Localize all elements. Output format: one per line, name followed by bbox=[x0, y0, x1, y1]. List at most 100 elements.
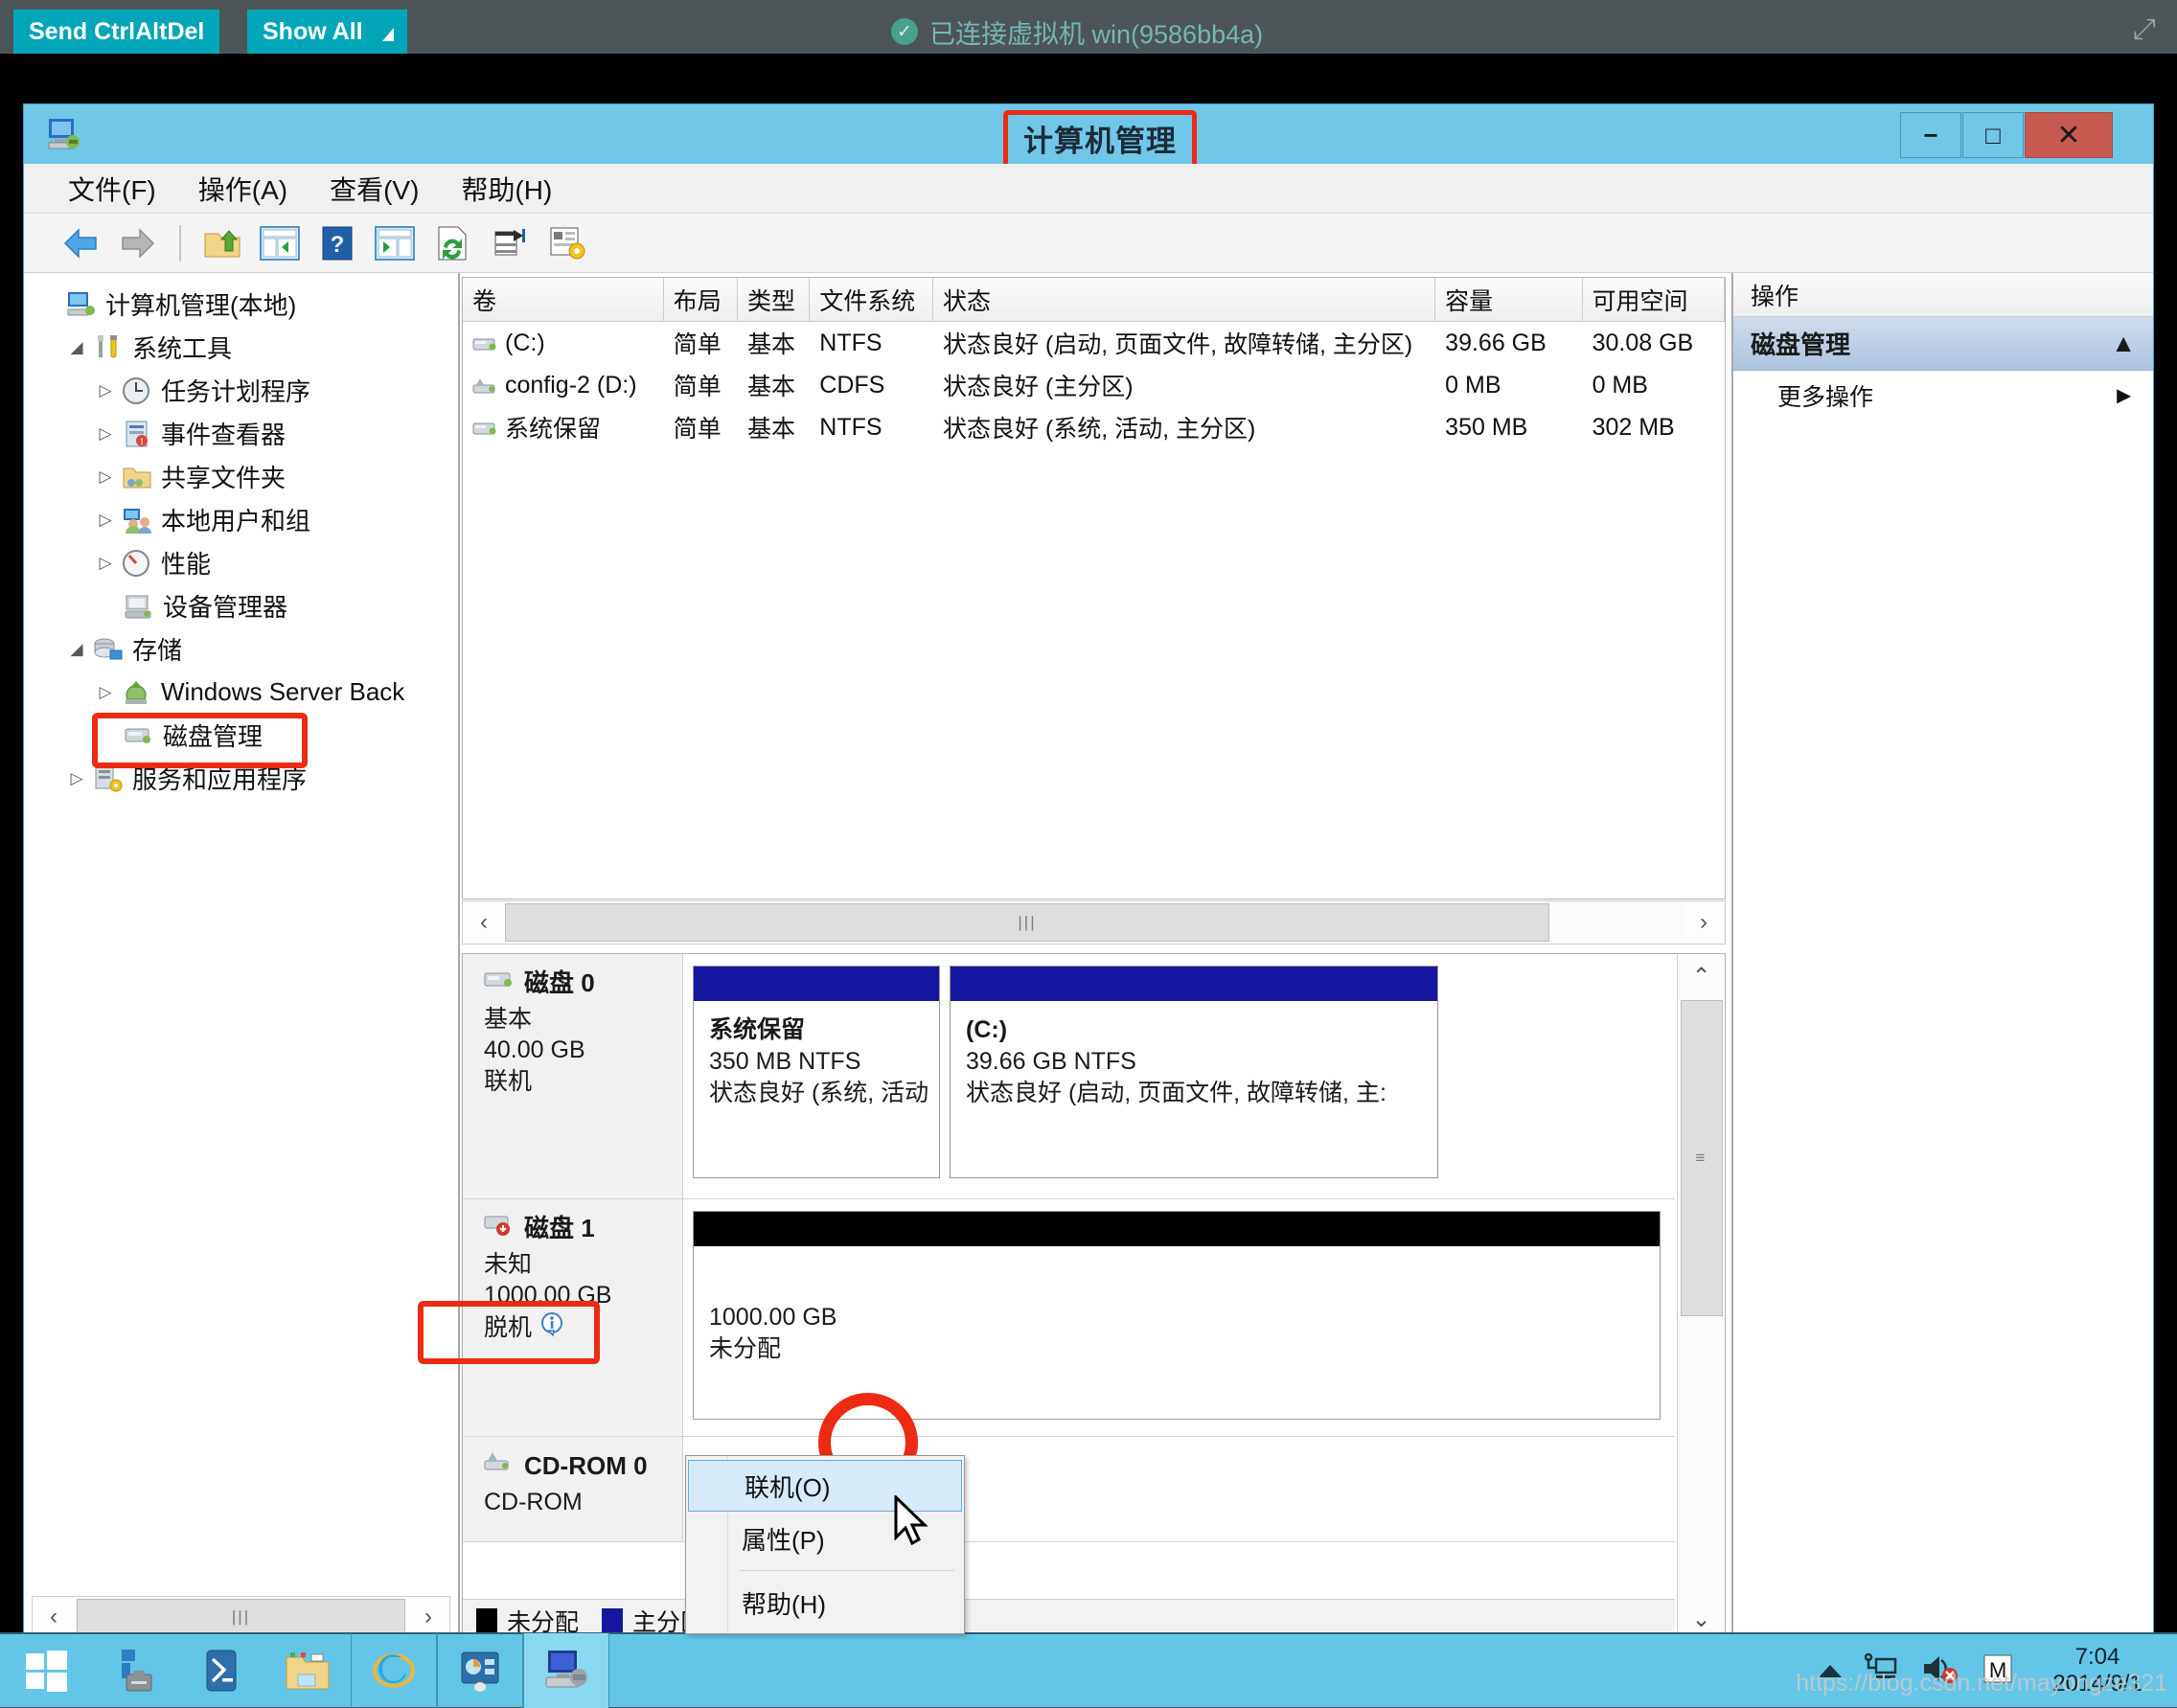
network-icon[interactable] bbox=[1863, 1652, 1899, 1690]
tree-twisty-collapsed[interactable]: ▷ bbox=[95, 380, 116, 401]
services-icon bbox=[93, 764, 124, 793]
tree-item-windows-server-backup[interactable]: ▷ Windows Server Back bbox=[24, 671, 458, 714]
up-folder-icon[interactable] bbox=[196, 218, 248, 268]
table-row[interactable]: config-2 (D:) 简单 基本 CDFS 状态良好 (主分区) 0 MB… bbox=[463, 364, 1725, 406]
tree-twisty-collapsed[interactable]: ▷ bbox=[66, 768, 87, 789]
tree-twisty-collapsed[interactable]: ▷ bbox=[95, 682, 116, 703]
context-menu-item-help[interactable]: 帮助(H) bbox=[686, 1576, 964, 1629]
forward-arrow-icon[interactable] bbox=[112, 218, 164, 268]
maximize-button[interactable]: □ bbox=[1962, 112, 2024, 158]
disk-row-cdrom[interactable]: CD-ROM 0 CD-ROM bbox=[463, 1437, 1675, 1542]
volume-icon bbox=[472, 333, 497, 353]
tree-item-performance[interactable]: ▷ 性能 bbox=[24, 541, 458, 584]
minimize-button[interactable]: − bbox=[1900, 112, 1961, 158]
fullscreen-expand-icon[interactable]: ⤢ bbox=[2129, 15, 2160, 46]
taskbar-computer-management-icon[interactable] bbox=[523, 1633, 609, 1708]
column-header-file-system[interactable]: 文件系统 bbox=[810, 278, 933, 321]
volume-list-horizontal-scrollbar[interactable]: ‹ ||| › bbox=[462, 900, 1726, 945]
clock[interactable]: 7:04 2014/9/1 bbox=[2035, 1644, 2160, 1697]
scroll-up-icon[interactable]: ⌃ bbox=[1679, 954, 1725, 998]
close-button[interactable]: ✕ bbox=[2025, 112, 2113, 158]
tree-twisty-expanded[interactable]: ◢ bbox=[66, 639, 87, 660]
window-titlebar[interactable]: 计算机管理 − □ ✕ bbox=[24, 104, 2153, 164]
volume-muted-icon[interactable] bbox=[1920, 1652, 1960, 1690]
m-icon[interactable]: M bbox=[1982, 1652, 2014, 1690]
taskbar-server-manager-icon[interactable] bbox=[92, 1633, 178, 1708]
menu-file[interactable]: 文件(F) bbox=[68, 170, 156, 208]
tree-item-local-users-and-groups[interactable]: ▷ 本地用户和组 bbox=[24, 498, 458, 541]
tree-item-device-manager[interactable]: 设备管理器 bbox=[24, 584, 458, 627]
scrollbar-grip-icon: ||| bbox=[1018, 913, 1036, 932]
column-header-layout[interactable]: 布局 bbox=[664, 278, 738, 321]
partition-color-bar bbox=[694, 1212, 1660, 1246]
refresh-icon[interactable] bbox=[426, 218, 478, 268]
tree-twisty-collapsed[interactable]: ▷ bbox=[95, 467, 116, 488]
tree-item-event-viewer[interactable]: ▷ ! 事件查看器 bbox=[24, 412, 458, 455]
sidebar-item-disk-management[interactable]: 磁盘管理 bbox=[24, 714, 458, 757]
tree-item-computer-management[interactable]: 计算机管理(本地) bbox=[24, 283, 458, 326]
properties-icon[interactable] bbox=[541, 218, 593, 268]
tree-twisty-expanded[interactable]: ◢ bbox=[66, 337, 87, 358]
back-arrow-icon[interactable] bbox=[55, 218, 106, 268]
tree-item-services-and-applications[interactable]: ▷ 服务和应用程序 bbox=[24, 757, 458, 800]
disk-1-type: 未知 bbox=[484, 1249, 682, 1281]
disk-1-name: 磁盘 1 bbox=[524, 1213, 595, 1245]
taskbar-control-panel-icon[interactable] bbox=[437, 1633, 523, 1708]
info-icon[interactable] bbox=[539, 1311, 564, 1345]
tree-item-storage[interactable]: ◢ 存储 bbox=[24, 627, 458, 671]
tree-twisty-collapsed[interactable]: ▷ bbox=[95, 510, 116, 531]
show-hidden-icons-icon[interactable] bbox=[1819, 1665, 1842, 1677]
scrollbar-thumb[interactable]: ||| bbox=[77, 1599, 405, 1635]
cell-volume-label: 系统保留 bbox=[505, 410, 601, 444]
tree-item-system-tools[interactable]: ◢ 系统工具 bbox=[24, 326, 458, 369]
column-header-volume[interactable]: 卷 bbox=[463, 278, 664, 321]
cell-file-system: NTFS bbox=[810, 330, 933, 357]
scroll-right-icon[interactable]: › bbox=[407, 1597, 449, 1637]
export-list-icon[interactable] bbox=[484, 218, 536, 268]
taskbar-internet-explorer-icon[interactable] bbox=[351, 1633, 437, 1708]
partition-c-drive[interactable]: (C:) 39.66 GB NTFS 状态良好 (启动, 页面文件, 故障转储,… bbox=[950, 966, 1438, 1178]
column-header-capacity[interactable]: 容量 bbox=[1435, 278, 1582, 321]
column-header-type[interactable]: 类型 bbox=[738, 278, 810, 321]
partition-size-fs: 39.66 GB NTFS bbox=[966, 1046, 1437, 1078]
menu-view[interactable]: 查看(V) bbox=[330, 170, 419, 208]
taskbar-file-explorer-icon[interactable] bbox=[264, 1633, 351, 1708]
cell-status: 状态良好 (主分区) bbox=[933, 368, 1435, 402]
disk-view-vertical-scrollbar[interactable]: ⌃ ≡ ⌄ bbox=[1677, 954, 1725, 1641]
start-button[interactable] bbox=[0, 1633, 92, 1708]
tree-item-label: 服务和应用程序 bbox=[132, 761, 307, 796]
table-row[interactable]: 系统保留 简单 基本 NTFS 状态良好 (系统, 活动, 主分区) 350 M… bbox=[463, 406, 1725, 448]
actions-section-disk-management[interactable]: 磁盘管理 ▲ bbox=[1733, 317, 2153, 371]
tree-item-shared-folders[interactable]: ▷ 共享文件夹 bbox=[24, 455, 458, 498]
tree-twisty-collapsed[interactable]: ▷ bbox=[95, 423, 116, 444]
show-hide-action-pane-icon[interactable] bbox=[369, 218, 421, 268]
scroll-left-icon[interactable]: ‹ bbox=[33, 1597, 75, 1637]
disk-row-1[interactable]: 磁盘 1 未知 1000.00 GB 脱机 bbox=[463, 1199, 1675, 1437]
disk-row-0[interactable]: 磁盘 0 基本 40.00 GB 联机 系统保留 bbox=[463, 954, 1675, 1199]
scrollbar-thumb[interactable]: ≡ bbox=[1681, 1000, 1723, 1316]
menu-action[interactable]: 操作(A) bbox=[198, 170, 287, 208]
help-icon[interactable]: ? bbox=[311, 218, 363, 268]
send-ctrl-alt-del-button[interactable]: Send CtrlAltDel bbox=[13, 10, 219, 54]
scrollbar-thumb[interactable]: ||| bbox=[505, 903, 1549, 942]
cell-type: 基本 bbox=[738, 368, 810, 402]
column-header-free-space[interactable]: 可用空间 bbox=[1583, 278, 1725, 321]
scroll-left-icon[interactable]: ‹ bbox=[463, 902, 505, 943]
show-hide-left-pane-icon[interactable] bbox=[254, 218, 306, 268]
table-row[interactable]: (C:) 简单 基本 NTFS 状态良好 (启动, 页面文件, 故障转储, 主分… bbox=[463, 322, 1725, 364]
volume-icon bbox=[472, 418, 497, 437]
vm-desktop: 计算机管理 − □ ✕ 文件(F) 操作(A) 查看(V) 帮助(H) bbox=[0, 54, 2177, 1657]
show-all-button[interactable]: Show All bbox=[247, 10, 407, 54]
tree-item-task-scheduler[interactable]: ▷ 任务计划程序 bbox=[24, 369, 458, 412]
taskbar-powershell-icon[interactable] bbox=[178, 1633, 264, 1708]
action-more-actions[interactable]: 更多操作 ► bbox=[1733, 371, 2153, 421]
menu-help[interactable]: 帮助(H) bbox=[461, 170, 552, 208]
scroll-right-icon[interactable]: › bbox=[1683, 902, 1725, 943]
partition-unallocated[interactable]: 1000.00 GB 未分配 bbox=[693, 1211, 1661, 1420]
disk-graphical-scroll-region: 磁盘 0 基本 40.00 GB 联机 系统保留 bbox=[463, 954, 1675, 1641]
chevron-down-icon bbox=[382, 28, 394, 41]
partition-system-reserved[interactable]: 系统保留 350 MB NTFS 状态良好 (系统, 活动 bbox=[693, 966, 940, 1178]
tree-twisty-collapsed[interactable]: ▷ bbox=[95, 553, 116, 574]
chevron-up-icon[interactable]: ▲ bbox=[2111, 329, 2136, 358]
column-header-status[interactable]: 状态 bbox=[933, 278, 1435, 321]
